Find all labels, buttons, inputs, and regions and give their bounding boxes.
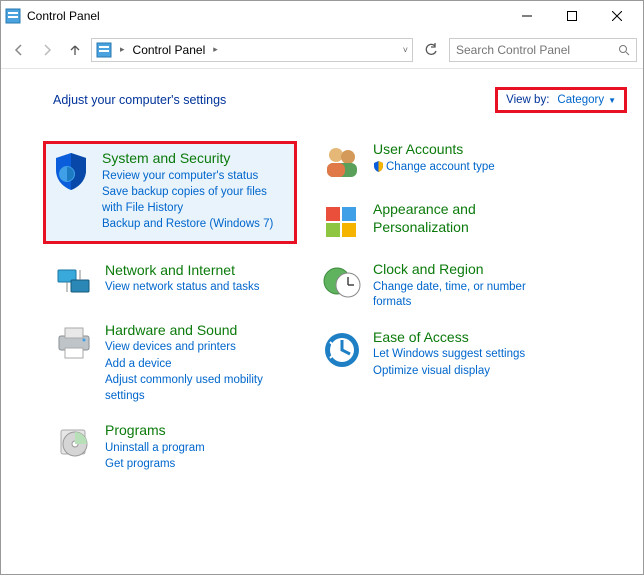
category-link[interactable]: Backup and Restore (Windows 7): [102, 217, 290, 233]
maximize-button[interactable]: [549, 1, 594, 31]
forward-button[interactable]: [35, 38, 59, 62]
category-title[interactable]: Hardware and Sound: [105, 322, 293, 340]
category-network-internet[interactable]: Network and Internet View network status…: [53, 262, 293, 304]
page-title: Adjust your computer's settings: [53, 93, 226, 107]
refresh-button[interactable]: [417, 38, 445, 62]
category-appearance[interactable]: Appearance and Personalization: [321, 201, 551, 243]
up-button[interactable]: [63, 38, 87, 62]
disc-icon: [53, 422, 95, 464]
search-input[interactable]: [456, 43, 618, 57]
view-by-selector[interactable]: View by: Category ▼: [495, 87, 627, 113]
address-bar[interactable]: ▸ Control Panel ▸ ˅: [91, 38, 413, 62]
category-link[interactable]: Let Windows suggest settings: [373, 347, 525, 363]
shield-icon: [50, 150, 92, 192]
ease-of-access-icon: [321, 329, 363, 371]
chevron-down-icon[interactable]: ˅: [403, 45, 408, 55]
control-panel-icon: [5, 8, 21, 24]
category-link[interactable]: View network status and tasks: [105, 280, 259, 296]
breadcrumb[interactable]: Control Panel: [133, 43, 206, 57]
back-button[interactable]: [7, 38, 31, 62]
chevron-right-icon[interactable]: ▸: [120, 44, 125, 55]
window-title: Control Panel: [27, 9, 504, 23]
category-title[interactable]: Programs: [105, 422, 205, 440]
printer-icon: [53, 322, 95, 364]
category-title[interactable]: User Accounts: [373, 141, 495, 159]
control-panel-icon: [96, 42, 112, 58]
category-user-accounts[interactable]: User Accounts Change account type: [321, 141, 551, 183]
users-icon: [321, 141, 363, 183]
titlebar: Control Panel: [1, 1, 643, 31]
category-title[interactable]: Ease of Access: [373, 329, 525, 347]
appearance-icon: [321, 201, 363, 243]
category-link[interactable]: Change date, time, or number formats: [373, 280, 551, 311]
category-title[interactable]: System and Security: [102, 150, 290, 168]
navbar: ▸ Control Panel ▸ ˅: [1, 31, 643, 69]
category-title[interactable]: Clock and Region: [373, 261, 551, 279]
view-by-value[interactable]: Category ▼: [557, 94, 616, 106]
search-box[interactable]: [449, 38, 637, 62]
category-link[interactable]: Review your computer's status: [102, 169, 290, 185]
category-hardware-sound[interactable]: Hardware and Sound View devices and prin…: [53, 322, 293, 405]
category-link[interactable]: Add a device: [105, 357, 293, 373]
minimize-button[interactable]: [504, 1, 549, 31]
shield-small-icon: [373, 161, 384, 172]
category-link[interactable]: Uninstall a program: [105, 441, 205, 457]
category-programs[interactable]: Programs Uninstall a program Get program…: [53, 422, 293, 473]
category-system-security[interactable]: System and Security Review your computer…: [43, 141, 297, 244]
category-title[interactable]: Appearance and Personalization: [373, 201, 551, 236]
close-button[interactable]: [594, 1, 639, 31]
chevron-right-icon[interactable]: ▸: [213, 44, 218, 55]
chevron-down-icon: ▼: [608, 96, 616, 105]
category-link[interactable]: Get programs: [105, 457, 205, 473]
category-ease-of-access[interactable]: Ease of Access Let Windows suggest setti…: [321, 329, 551, 380]
clock-icon: [321, 261, 363, 303]
category-title[interactable]: Network and Internet: [105, 262, 259, 280]
view-by-label: View by:: [506, 94, 549, 106]
search-icon[interactable]: [618, 44, 630, 56]
category-clock-region[interactable]: Clock and Region Change date, time, or n…: [321, 261, 551, 311]
category-link[interactable]: Save backup copies of your files with Fi…: [102, 185, 290, 216]
category-link[interactable]: Change account type: [373, 160, 495, 176]
network-icon: [53, 262, 95, 304]
category-link[interactable]: View devices and printers: [105, 340, 293, 356]
category-link[interactable]: Adjust commonly used mobility settings: [105, 373, 293, 404]
category-link[interactable]: Optimize visual display: [373, 364, 525, 380]
content-area: Adjust your computer's settings View by:…: [1, 69, 643, 473]
